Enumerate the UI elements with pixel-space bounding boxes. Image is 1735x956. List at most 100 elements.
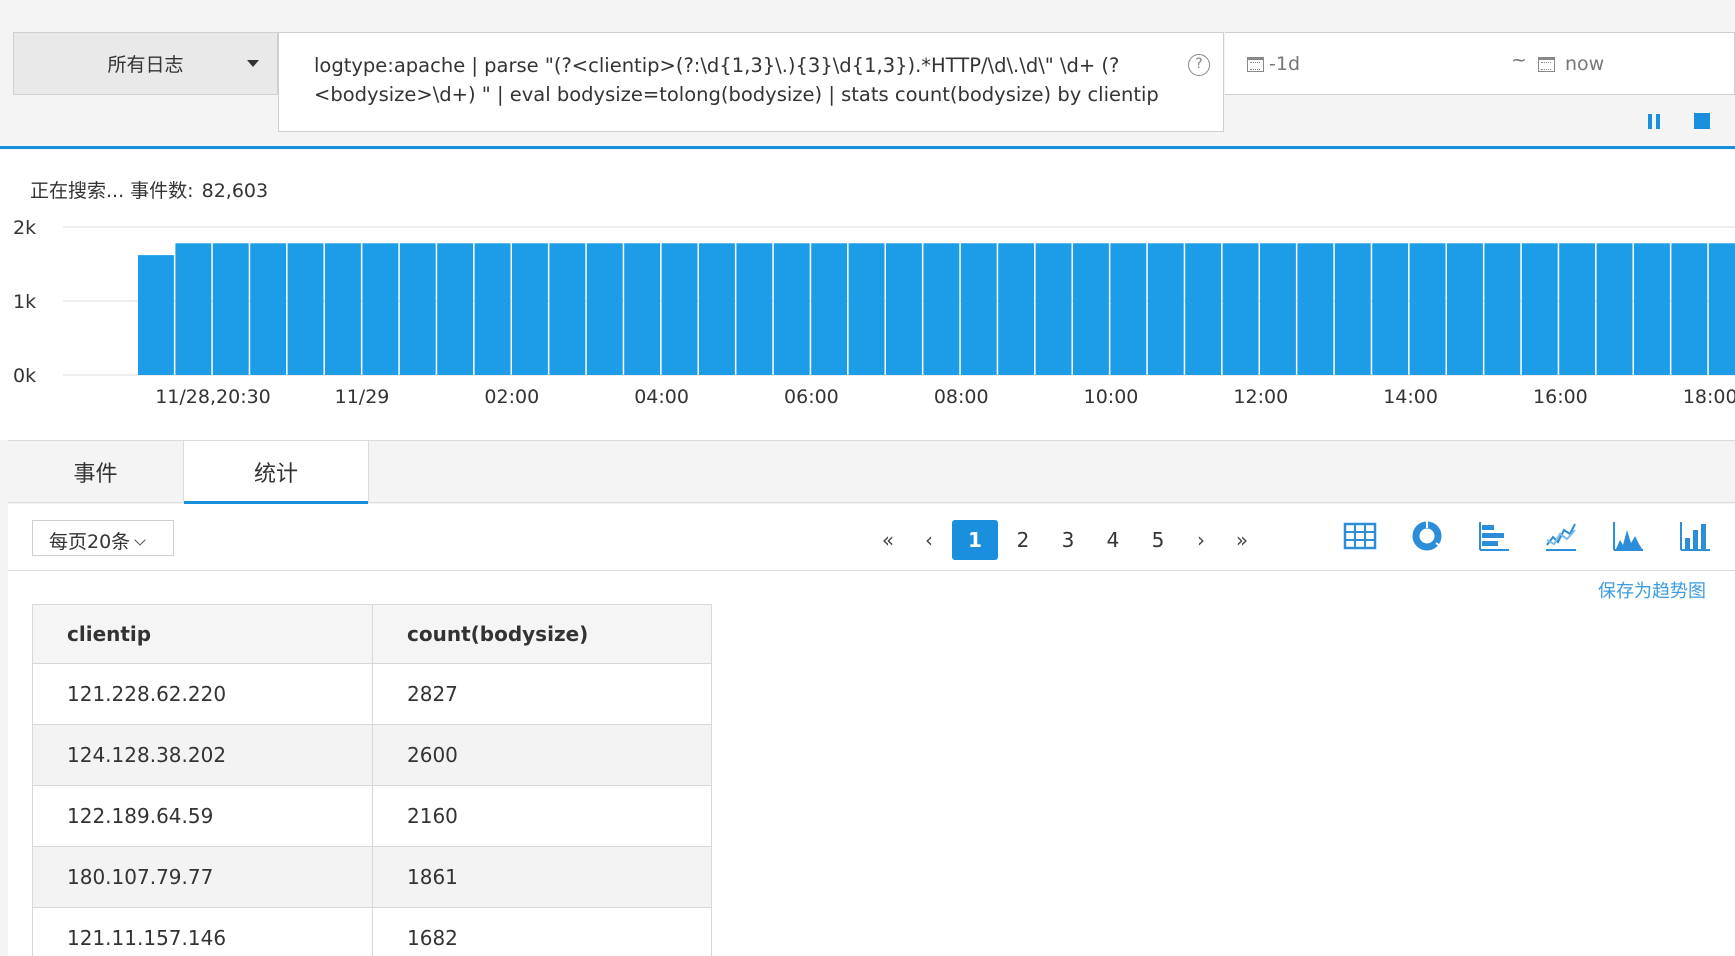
stop-icon[interactable]	[1694, 113, 1710, 129]
last-page-button[interactable]: »	[1224, 520, 1260, 560]
first-page-button[interactable]: «	[870, 520, 906, 560]
time-range-picker[interactable]: -1d ~ now	[1225, 32, 1735, 95]
bar	[549, 243, 586, 375]
page-button-3[interactable]: 3	[1048, 520, 1088, 560]
bar	[287, 243, 324, 375]
timeline-chart[interactable]: 2k 1k 0k 11/28,20:30 11/29 02:00 04:00 06:00 08:…	[0, 205, 1735, 440]
x-tick-label: 12:00	[1233, 386, 1288, 408]
bar	[811, 243, 848, 375]
cell-clientip: 180.107.79.77	[32, 846, 373, 908]
bar	[1634, 243, 1670, 375]
bar	[923, 243, 960, 375]
bar	[1409, 243, 1446, 375]
x-tick-label: 16:00	[1533, 386, 1588, 408]
bar	[1297, 243, 1334, 375]
table-icon[interactable]	[1342, 518, 1378, 554]
bar	[1110, 243, 1147, 375]
bar	[399, 243, 436, 375]
x-tick-label: 10:00	[1084, 386, 1139, 408]
y-tick-label: 2k	[13, 217, 36, 239]
bar	[736, 243, 773, 375]
bar	[1596, 243, 1633, 375]
tab-events[interactable]: 事件	[8, 441, 183, 503]
results-panel: 每页20条 « ‹ 1 2 3 4 5 › » 保存为趋势图 clientip …	[8, 504, 1735, 956]
calendar-icon	[1247, 57, 1264, 72]
log-source-select[interactable]: 所有日志	[13, 32, 278, 95]
pause-icon[interactable]	[1648, 114, 1661, 129]
bar	[886, 243, 922, 375]
column-chart-icon[interactable]	[1677, 518, 1713, 554]
horizontal-bar-icon[interactable]	[1476, 518, 1512, 554]
save-as-trend-link[interactable]: 保存为趋势图	[1598, 577, 1706, 603]
table-row: 122.189.64.59 2160	[32, 785, 712, 847]
per-page-label: 每页20条	[49, 531, 131, 553]
bar	[474, 243, 511, 375]
bar	[773, 243, 810, 375]
y-tick-label: 0k	[13, 365, 36, 387]
x-tick-label: 11/29	[335, 386, 390, 408]
bar	[1447, 243, 1483, 375]
table-row: 124.128.38.202 2600	[32, 724, 712, 786]
per-page-select[interactable]: 每页20条	[32, 520, 174, 556]
cell-clientip: 124.128.38.202	[32, 724, 373, 786]
searching-text: 正在搜索... 事件数:	[30, 180, 194, 202]
prev-page-button[interactable]: ‹	[911, 520, 947, 560]
help-icon[interactable]: ?	[1188, 54, 1210, 76]
table-header-row: clientip count(bodysize)	[32, 604, 712, 664]
pagination: « ‹ 1 2 3 4 5 › »	[870, 520, 1265, 560]
page-button-2[interactable]: 2	[1003, 520, 1043, 560]
bar	[325, 243, 361, 375]
bar	[1484, 243, 1521, 375]
bar	[1559, 243, 1596, 375]
time-to[interactable]: now	[1565, 53, 1604, 75]
tab-statistics[interactable]: 统计	[183, 441, 369, 504]
cell-clientip: 121.228.62.220	[32, 663, 373, 725]
bar	[1708, 243, 1735, 375]
x-tick-label: 18:00	[1683, 386, 1735, 408]
bar	[1222, 243, 1259, 375]
page-button-5[interactable]: 5	[1138, 520, 1178, 560]
bar	[1334, 243, 1371, 375]
log-source-label: 所有日志	[107, 54, 184, 76]
line-chart-icon[interactable]	[1543, 518, 1579, 554]
bar	[699, 243, 735, 375]
time-from[interactable]: -1d	[1269, 53, 1300, 75]
bar	[1671, 243, 1708, 375]
bar	[1521, 243, 1558, 375]
caret-down-icon	[247, 60, 259, 67]
page-button-1[interactable]: 1	[952, 520, 998, 560]
table-row: 180.107.79.77 1861	[32, 846, 712, 908]
event-count: 82,603	[201, 180, 269, 202]
next-page-button[interactable]: ›	[1183, 520, 1219, 560]
table-row: 121.228.62.220 2827	[32, 663, 712, 725]
page-button-4[interactable]: 4	[1093, 520, 1133, 560]
bar	[960, 243, 997, 375]
x-tick-label: 14:00	[1383, 386, 1438, 408]
bar	[1035, 243, 1072, 375]
donut-chart-icon[interactable]	[1409, 518, 1445, 554]
column-header-count[interactable]: count(bodysize)	[372, 604, 712, 664]
bar	[437, 243, 474, 375]
x-tick-label: 08:00	[934, 386, 989, 408]
cell-clientip: 122.189.64.59	[32, 785, 373, 847]
cell-count: 2160	[372, 785, 712, 847]
bar	[512, 243, 548, 375]
cell-count: 1861	[372, 846, 712, 908]
x-tick-label: 11/28,20:30	[155, 386, 271, 408]
area-chart-icon[interactable]	[1610, 518, 1646, 554]
table-row: 121.11.157.146 1682	[32, 907, 712, 956]
result-tabs: 事件 统计	[8, 440, 1735, 504]
bar	[175, 243, 212, 375]
divider	[0, 146, 1735, 149]
cell-count: 1682	[372, 907, 712, 956]
search-status: 正在搜索... 事件数: 82,603	[30, 176, 268, 203]
bar	[848, 243, 885, 375]
column-header-clientip[interactable]: clientip	[32, 604, 373, 664]
cell-clientip: 121.11.157.146	[32, 907, 373, 956]
x-tick-label: 04:00	[634, 386, 689, 408]
chevron-down-icon	[134, 534, 146, 546]
bar	[1147, 243, 1184, 375]
bar	[1260, 243, 1296, 375]
y-tick-label: 1k	[13, 291, 36, 313]
query-input[interactable]: logtype:apache | parse "(?<clientip>(?:\…	[278, 32, 1224, 132]
